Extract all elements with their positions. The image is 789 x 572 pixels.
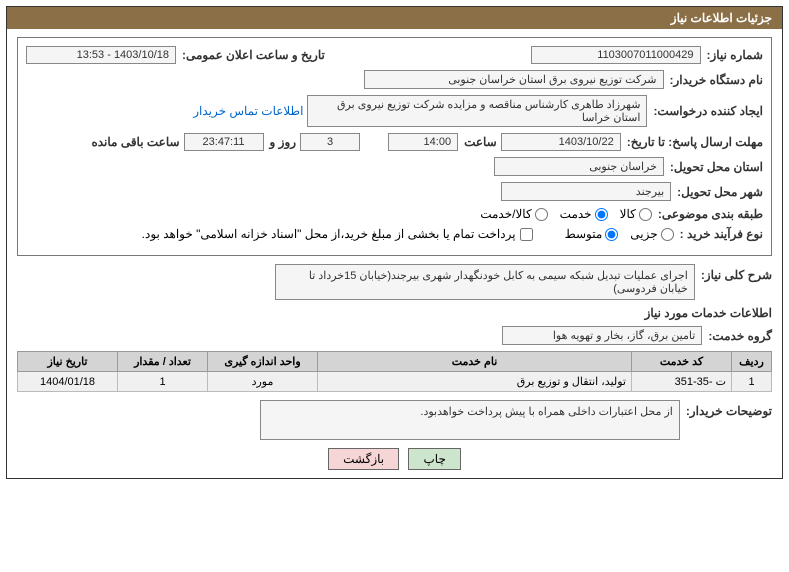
table-row: 1 ت -35-351 تولید، انتقال و توزیع برق مو… bbox=[18, 372, 772, 392]
category-label: طبقه بندی موضوعی: bbox=[658, 207, 763, 221]
deadline-time-value: 14:00 bbox=[388, 133, 458, 151]
remain-days-label: روز و bbox=[270, 135, 297, 149]
purchase-type-radio-group: جزیی متوسط bbox=[565, 227, 674, 241]
need-desc-label: شرح کلی نیاز: bbox=[701, 268, 772, 282]
delivery-city-label: شهر محل تحویل: bbox=[677, 185, 763, 199]
panel-title: جزئیات اطلاعات نیاز bbox=[7, 7, 782, 29]
announce-date-label: تاریخ و ساعت اعلان عمومی: bbox=[182, 48, 325, 62]
purchase-type-medium-option[interactable]: متوسط bbox=[565, 227, 619, 241]
category-goods-service-option[interactable]: کالا/خدمت bbox=[480, 207, 547, 221]
details-panel: جزئیات اطلاعات نیاز شماره نیاز: 11030070… bbox=[6, 6, 783, 479]
deadline-label: مهلت ارسال پاسخ: تا تاریخ: bbox=[627, 135, 763, 149]
buyer-contact-link[interactable]: اطلاعات تماس خریدار bbox=[193, 104, 303, 118]
col-service-name: نام خدمت bbox=[318, 352, 632, 372]
remain-days-value: 3 bbox=[300, 133, 360, 151]
remain-time-value: 23:47:11 bbox=[184, 133, 264, 151]
purchase-type-label: نوع فرآیند خرید : bbox=[680, 227, 763, 241]
cell-service-code: ت -35-351 bbox=[632, 372, 732, 392]
buyer-notes-label: توضیحات خریدار: bbox=[686, 404, 772, 418]
services-info-title: اطلاعات خدمات مورد نیاز bbox=[17, 306, 772, 320]
col-need-date: تاریخ نیاز bbox=[18, 352, 118, 372]
main-fieldset: شماره نیاز: 1103007011000429 تاریخ و ساع… bbox=[17, 37, 772, 256]
deadline-time-label: ساعت bbox=[464, 135, 497, 149]
col-qty: تعداد / مقدار bbox=[118, 352, 208, 372]
services-table: ردیف کد خدمت نام خدمت واحد اندازه گیری ت… bbox=[17, 351, 772, 392]
deadline-date-value: 1403/10/22 bbox=[501, 133, 621, 151]
announce-date-value: 1403/10/18 - 13:53 bbox=[26, 46, 176, 64]
category-service-option[interactable]: خدمت bbox=[560, 207, 608, 221]
payment-note-checkbox[interactable]: پرداخت تمام یا بخشی از مبلغ خرید،از محل … bbox=[142, 227, 533, 241]
buyer-org-value: شرکت توزیع نیروی برق استان خراسان جنوبی bbox=[364, 70, 664, 89]
cell-unit: مورد bbox=[208, 372, 318, 392]
service-group-label: گروه خدمت: bbox=[708, 329, 772, 343]
col-unit: واحد اندازه گیری bbox=[208, 352, 318, 372]
purchase-type-small-option[interactable]: جزیی bbox=[630, 227, 673, 241]
delivery-city-value: بیرجند bbox=[501, 182, 671, 201]
category-radio-group: کالا خدمت کالا/خدمت bbox=[480, 207, 652, 221]
buyer-org-label: نام دستگاه خریدار: bbox=[670, 73, 764, 87]
cell-qty: 1 bbox=[118, 372, 208, 392]
cell-row: 1 bbox=[732, 372, 772, 392]
col-service-code: کد خدمت bbox=[632, 352, 732, 372]
cell-service-name: تولید، انتقال و توزیع برق bbox=[318, 372, 632, 392]
back-button[interactable]: بازگشت bbox=[328, 448, 399, 470]
delivery-province-label: استان محل تحویل: bbox=[670, 160, 763, 174]
buyer-notes-value: از محل اعتبارات داخلی همراه با پیش پرداخ… bbox=[260, 400, 680, 440]
need-number-label: شماره نیاز: bbox=[707, 48, 763, 62]
requester-label: ایجاد کننده درخواست: bbox=[653, 104, 763, 118]
delivery-province-value: خراسان جنوبی bbox=[494, 157, 664, 176]
category-goods-option[interactable]: کالا bbox=[620, 207, 652, 221]
need-desc-value: اجرای عملیات تبدیل شبکه سیمی به کابل خود… bbox=[275, 264, 695, 300]
print-button[interactable]: چاپ bbox=[408, 448, 460, 470]
cell-need-date: 1404/01/18 bbox=[18, 372, 118, 392]
requester-value: شهرزاد طاهری کارشناس مناقصه و مزایده شرک… bbox=[307, 95, 647, 127]
col-row: ردیف bbox=[732, 352, 772, 372]
need-number-value: 1103007011000429 bbox=[531, 46, 701, 64]
service-group-value: تامین برق، گاز، بخار و تهویه هوا bbox=[502, 326, 702, 345]
remain-time-label: ساعت باقی مانده bbox=[91, 135, 179, 149]
